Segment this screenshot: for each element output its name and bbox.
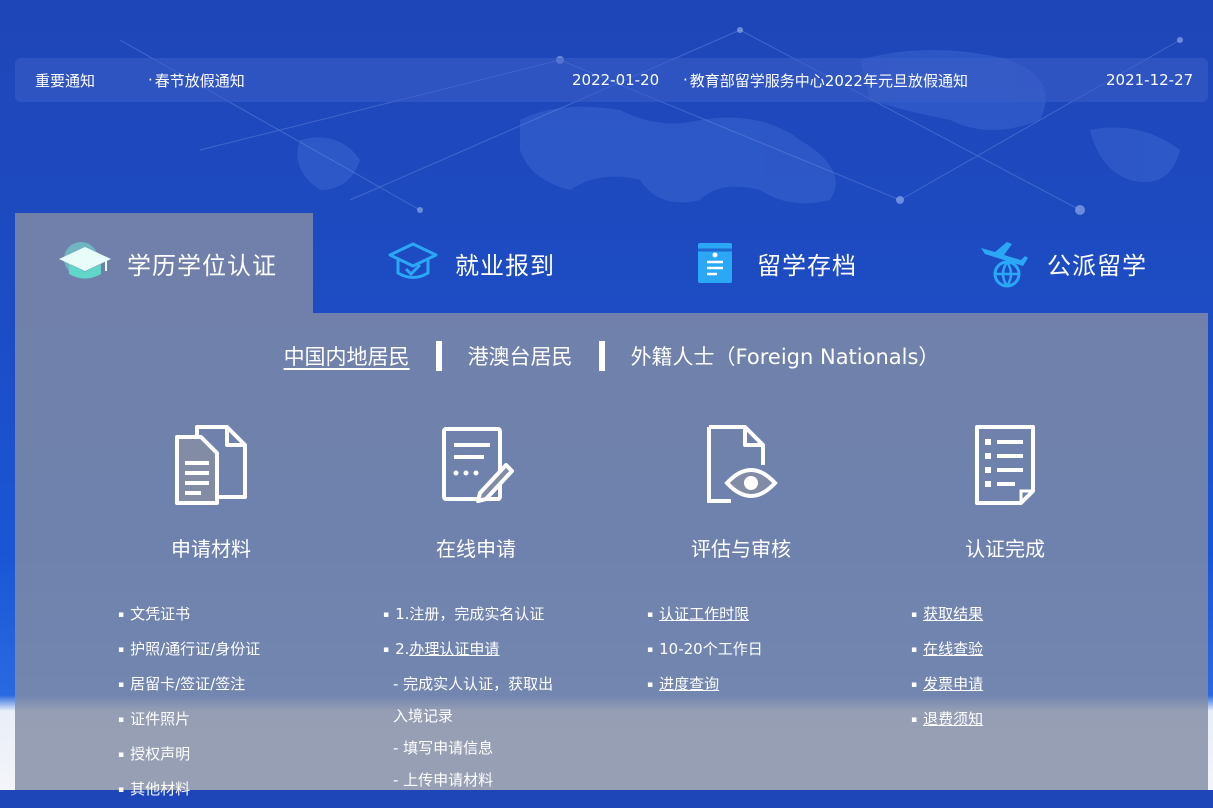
list-item: - 上传申请材料 (393, 771, 494, 789)
apply-verification-link[interactable]: 办理认证申请 (409, 640, 499, 658)
step-title: 在线申请 (436, 537, 516, 561)
sub-tab-mainland-residents[interactable]: 中国内地居民 (284, 341, 410, 371)
plane-globe-icon (977, 240, 1033, 288)
processing-time-link[interactable]: 认证工作时限 (659, 605, 749, 623)
list-item: 退费须知 (911, 703, 983, 738)
divider (435, 341, 442, 371)
get-result-link[interactable]: 获取结果 (923, 605, 983, 623)
invoice-request-link[interactable]: 发票申请 (923, 675, 983, 693)
step-application-materials: 申请材料 (131, 423, 291, 562)
step-title: 认证完成 (965, 537, 1045, 561)
step-verification-complete: 认证完成 (925, 423, 1085, 562)
notice-link-new-year[interactable]: 教育部留学服务中心2022年元旦放假通知 (683, 70, 968, 91)
refund-notice-link[interactable]: 退费须知 (923, 710, 983, 728)
tab-label: 公派留学 (1047, 251, 1147, 280)
step-evaluation-review: 评估与审核 (661, 423, 821, 562)
content-panel: 中国内地居民 港澳台居民 外籍人士（Foreign Nationals） 申请材… (15, 313, 1208, 798)
tab-label: 学历学位认证 (127, 251, 277, 280)
tab-label: 就业报到 (455, 251, 555, 280)
student-cap-icon (385, 240, 441, 286)
list-item: 入境记录 (393, 707, 454, 725)
sub-tab-hk-macao-taiwan[interactable]: 港澳台居民 (468, 341, 573, 371)
list-item: 2.办理认证申请 (383, 633, 553, 668)
notice-bar: 重要通知 春节放假通知 2022-01-20 教育部留学服务中心2022年元旦放… (15, 58, 1208, 102)
list-item: 居留卡/签证/签注 (118, 668, 260, 703)
list-item: 文凭证书 (118, 598, 260, 633)
tab-degree-verification[interactable]: 学历学位认证 (15, 213, 313, 313)
checklist-icon (925, 423, 1085, 507)
edit-form-icon (396, 423, 556, 507)
service-tabs: 学历学位认证 就业报到 留学存档 公派留学 (15, 213, 1208, 313)
tab-label: 留学存档 (757, 251, 857, 280)
list-item: 进度查询 (647, 668, 763, 703)
list-item: 其他材料 (118, 773, 260, 808)
resident-type-tabs: 中国内地居民 港澳台居民 外籍人士（Foreign Nationals） (15, 341, 1208, 371)
list-item: - 填写申请信息 (393, 739, 494, 757)
list-item: 在线查验 (911, 633, 983, 668)
materials-list: 文凭证书 护照/通行证/身份证 居留卡/签证/签注 证件照片 授权声明 其他材料 (118, 598, 260, 808)
divider (598, 341, 605, 371)
documents-icon (131, 423, 291, 507)
step-online-application: 在线申请 (396, 423, 556, 562)
online-check-link[interactable]: 在线查验 (923, 640, 983, 658)
list-item-prefix: 2. (395, 640, 410, 658)
notice-link-spring-festival[interactable]: 春节放假通知 (148, 70, 245, 91)
list-item: 10-20个工作日 (647, 633, 763, 668)
list-item: 获取结果 (911, 598, 983, 633)
file-eye-icon (661, 423, 821, 507)
complete-list: 获取结果 在线查验 发票申请 退费须知 (911, 598, 983, 738)
tab-government-sponsored-study[interactable]: 公派留学 (977, 213, 1147, 313)
list-item: 发票申请 (911, 668, 983, 703)
archive-document-icon (687, 240, 743, 286)
notice-date: 2022-01-20 (572, 71, 660, 89)
list-item: 护照/通行证/身份证 (118, 633, 260, 668)
list-item: - 完成实人认证，获取出 (393, 675, 554, 693)
tab-employment-registration[interactable]: 就业报到 (385, 213, 555, 313)
list-item: 认证工作时限 (647, 598, 763, 633)
list-item: 1.注册，完成实名认证 (383, 598, 553, 633)
step-title: 申请材料 (171, 537, 251, 561)
sub-tab-foreign-nationals[interactable]: 外籍人士（Foreign Nationals） (631, 341, 940, 371)
list-item: 授权声明 (118, 738, 260, 773)
online-application-list: 1.注册，完成实名认证 2.办理认证申请 - 完成实人认证，获取出 入境记录 -… (383, 598, 553, 796)
progress-query-link[interactable]: 进度查询 (659, 675, 719, 693)
review-list: 认证工作时限 10-20个工作日 进度查询 (647, 598, 763, 703)
list-item: 证件照片 (118, 703, 260, 738)
notice-date: 2021-12-27 (1106, 71, 1194, 89)
notice-label: 重要通知 (35, 71, 96, 90)
graduation-cap-icon (57, 240, 113, 286)
tab-archive[interactable]: 留学存档 (687, 213, 857, 313)
step-title: 评估与审核 (691, 537, 791, 561)
